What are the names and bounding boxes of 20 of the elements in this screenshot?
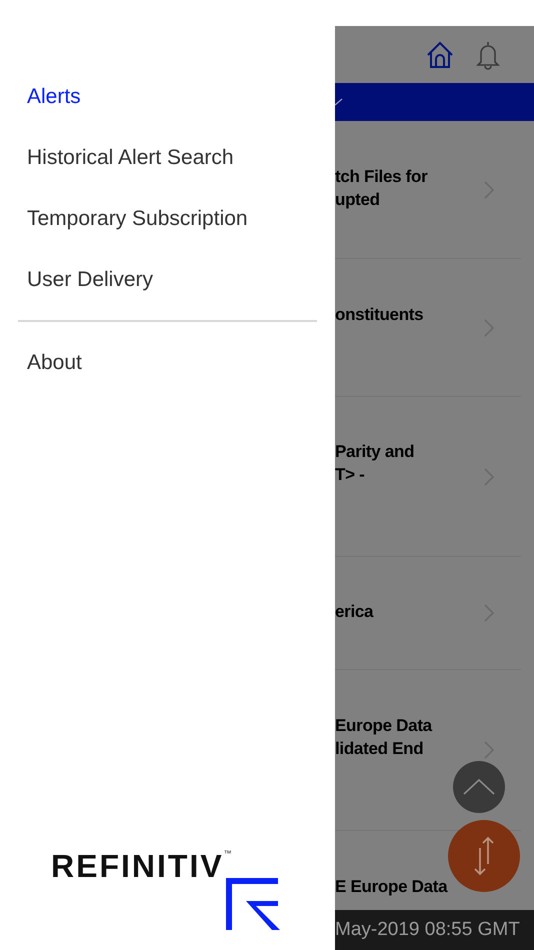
sort-arrows-icon xyxy=(473,836,495,876)
chevron-up-icon xyxy=(463,779,495,795)
menu-item[interactable]: About xyxy=(0,342,335,383)
bell-icon[interactable] xyxy=(475,40,501,70)
alert-title[interactable]: erica xyxy=(335,600,374,623)
alert-title[interactable]: Europe Data lidated End xyxy=(335,714,432,760)
logo-mark xyxy=(226,878,282,930)
logo-wordmark: REFINITIV xyxy=(51,850,224,882)
alert-title[interactable]: onstituents xyxy=(335,303,424,326)
home-icon[interactable] xyxy=(425,40,455,68)
caret-icon[interactable] xyxy=(335,98,343,106)
menu-item[interactable]: Alerts xyxy=(0,76,335,117)
menu-item[interactable]: Temporary Subscription xyxy=(0,198,335,239)
alert-title[interactable]: E Europe Data xyxy=(335,875,448,898)
timestamp: May-2019 08:55 GMT xyxy=(335,918,520,942)
menu-item[interactable]: Historical Alert Search xyxy=(0,137,335,178)
alert-title[interactable]: Parity and T> - xyxy=(335,440,414,486)
alert-title[interactable]: tch Files for upted xyxy=(335,165,428,211)
trademark: ™ xyxy=(224,850,232,858)
menu-item[interactable]: User Delivery xyxy=(0,259,335,300)
